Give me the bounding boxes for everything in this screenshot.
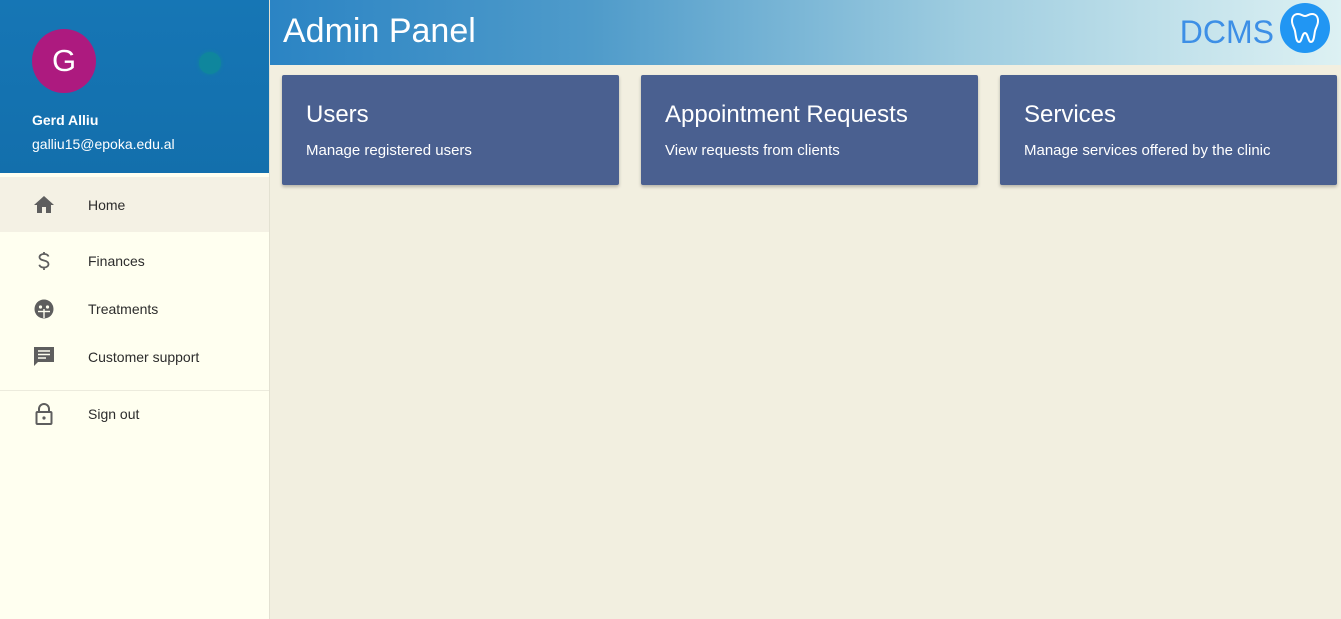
lock-icon [33,403,55,425]
card-title: Services [1024,101,1117,128]
brand-name: DCMS [1179,14,1274,50]
page-title: Admin Panel [283,12,476,50]
sidebar-item-finances[interactable]: Finances [0,237,269,285]
avatar[interactable]: G [32,29,96,93]
dollar-icon [33,250,55,272]
user-name: Gerd Alliu [32,112,99,128]
sidebar: G Gerd Alliu galliu15@epoka.edu.al Home … [0,0,270,619]
status-indicator [199,52,221,74]
users-card[interactable]: Users Manage registered users [282,75,619,185]
top-app-bar: Admin Panel DCMS [270,0,1341,65]
sidebar-item-customer-support[interactable]: Customer support [0,333,269,381]
face-icon [33,298,55,320]
sidebar-item-home[interactable]: Home [0,177,269,232]
chat-icon [33,346,55,368]
user-email: galliu15@epoka.edu.al [32,136,175,152]
sidebar-item-label: Finances [88,253,145,269]
sidebar-item-label: Home [88,196,126,213]
card-title: Appointment Requests [665,101,908,128]
tooth-icon [1280,3,1330,53]
sidebar-item-label: Sign out [88,406,140,422]
sidebar-item-label: Customer support [88,349,200,365]
services-card[interactable]: Services Manage services offered by the … [1000,75,1337,185]
card-description: Manage services offered by the clinic [1024,142,1271,159]
card-title: Users [306,101,369,128]
sidebar-item-label: Treatments [88,301,159,317]
sidebar-item-treatments[interactable]: Treatments [0,285,269,333]
sidebar-item-sign-out[interactable]: Sign out [0,390,269,438]
home-icon [33,194,55,216]
card-description: Manage registered users [306,142,472,159]
card-description: View requests from clients [665,142,840,159]
user-profile-header: G Gerd Alliu galliu15@epoka.edu.al [0,0,269,173]
appointment-requests-card[interactable]: Appointment Requests View requests from … [641,75,978,185]
